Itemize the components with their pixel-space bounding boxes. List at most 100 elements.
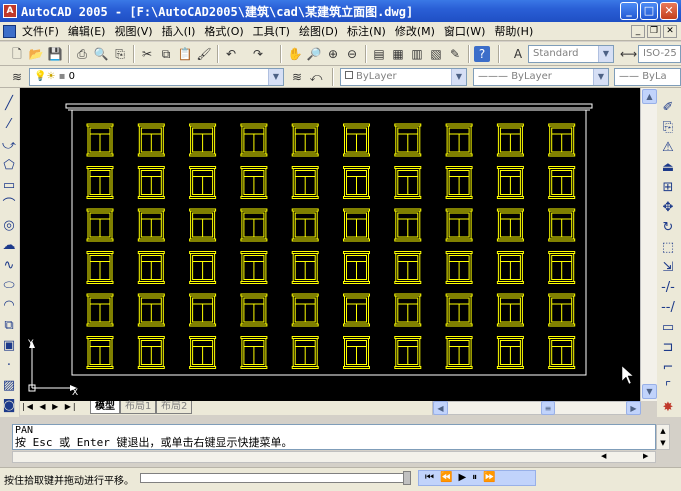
hatch-icon[interactable]: ▨ (1, 378, 17, 394)
scroll-up-icon[interactable]: ▲ (657, 425, 669, 437)
line-icon[interactable]: ╱ (1, 96, 17, 112)
layer-manager-icon[interactable]: ≋ (9, 69, 25, 85)
text-style-combo[interactable]: Standard ▼ (528, 45, 614, 63)
autocad-icon[interactable]: A (3, 4, 17, 18)
chevron-down-icon[interactable]: ▼ (598, 46, 613, 62)
spline-icon[interactable]: ∿ (1, 258, 17, 274)
erase-icon[interactable]: ✐ (660, 100, 676, 116)
doc-minimize-button[interactable]: _ (631, 25, 645, 38)
copy-icon[interactable]: ⧉ (158, 46, 174, 62)
ellipse-arc-icon[interactable]: ◠ (1, 298, 17, 314)
menu-dimension[interactable]: 标注(N) (344, 23, 392, 39)
linetype-combo[interactable]: ——— ByLayer ▼ (473, 68, 609, 86)
layer-combo[interactable]: 💡☀ ▪ 0 ▼ (29, 68, 284, 86)
extend-icon[interactable]: --/ (660, 300, 676, 316)
drawing-canvas[interactable]: Y X (20, 88, 640, 401)
make-block-icon[interactable]: ▣ (1, 338, 17, 354)
menu-help[interactable]: 帮助(H) (491, 23, 539, 39)
sheet-set-icon[interactable]: ▧ (428, 46, 444, 62)
scroll-down-icon[interactable]: ▼ (642, 384, 657, 399)
save-icon[interactable]: 💾 (47, 46, 63, 62)
zoom-realtime-icon[interactable]: 🔎 (306, 46, 322, 62)
menu-modify[interactable]: 修改(M) (392, 23, 441, 39)
doc-restore-button[interactable]: ❐ (647, 25, 661, 38)
menu-file[interactable]: 文件(F) (19, 23, 65, 39)
insert-block-icon[interactable]: ⧉ (1, 318, 17, 334)
explode-icon[interactable]: ✸ (660, 400, 676, 416)
new-file-icon[interactable]: 🗋 (9, 46, 25, 62)
ellipse-icon[interactable]: ⬭ (1, 278, 17, 294)
stretch-icon[interactable]: ⇲ (660, 260, 676, 276)
scroll-right-icon[interactable]: ▶ (643, 452, 648, 460)
paste-icon[interactable]: 📋 (177, 46, 193, 62)
tab-layout1[interactable]: 布局1 (120, 401, 157, 414)
circle-icon[interactable]: ◎ (1, 218, 17, 234)
pan-slider[interactable] (140, 471, 411, 485)
menu-tools[interactable]: 工具(T) (250, 23, 296, 39)
redo-icon[interactable]: ↷ (250, 46, 266, 62)
chevron-down-icon[interactable]: ▼ (268, 69, 283, 85)
scroll-down-icon[interactable]: ▼ (657, 437, 669, 449)
publish-icon[interactable]: ⎘ (112, 46, 128, 62)
lineweight-combo[interactable]: —— ByLa (614, 68, 681, 86)
menu-format[interactable]: 格式(O) (201, 23, 249, 39)
navigation-controls[interactable]: ⏮⏪▶⏸⏩ (418, 470, 536, 486)
design-center-icon[interactable]: ▦ (390, 46, 406, 62)
chevron-down-icon[interactable]: ▼ (451, 69, 466, 85)
print-preview-icon[interactable]: 🔍 (93, 46, 109, 62)
scroll-thumb[interactable]: ≡ (541, 401, 555, 415)
open-file-icon[interactable]: 📂 (28, 46, 44, 62)
minimize-button[interactable]: _ (620, 2, 638, 20)
offset-icon[interactable]: ⏏ (660, 160, 676, 176)
help-icon[interactable]: ? (474, 46, 490, 62)
dim-style-combo[interactable]: ISO-25 (638, 45, 681, 63)
maximize-button[interactable]: □ (640, 2, 658, 20)
text-style-icon[interactable]: A (510, 46, 526, 62)
menu-draw[interactable]: 绘图(D) (296, 23, 344, 39)
menu-insert[interactable]: 插入(I) (159, 23, 202, 39)
region-icon[interactable]: ◙ (1, 398, 17, 414)
rotate-icon[interactable]: ↻ (660, 220, 676, 236)
zoom-previous-icon[interactable]: ⊖ (344, 46, 360, 62)
move-icon[interactable]: ✥ (660, 200, 676, 216)
scroll-left-icon[interactable]: ◀ (601, 452, 606, 460)
menu-edit[interactable]: 编辑(E) (65, 23, 112, 39)
array-icon[interactable]: ⊞ (660, 180, 676, 196)
point-icon[interactable]: · (1, 358, 17, 374)
doc-close-button[interactable]: ✕ (663, 25, 677, 38)
horizontal-scrollbar[interactable]: ◀ ≡ ▶ (432, 401, 641, 415)
document-icon[interactable] (3, 24, 16, 38)
match-properties-icon[interactable]: 🖌 (196, 46, 212, 62)
polygon-icon[interactable]: ⬠ (1, 158, 17, 174)
color-combo[interactable]: ByLayer ▼ (340, 68, 467, 86)
command-hscrollbar[interactable]: ◀ ▶ (12, 451, 656, 463)
scroll-right-icon[interactable]: ▶ (626, 401, 641, 415)
join-icon[interactable]: ⊐ (660, 340, 676, 356)
command-window[interactable]: PAN 按 Esc 或 Enter 键退出，或单击右键显示快捷菜单。 (12, 424, 656, 450)
pan-realtime-icon[interactable]: ✋ (287, 46, 303, 62)
dim-style-icon[interactable]: ⟷ (620, 46, 637, 62)
close-button[interactable]: ✕ (660, 2, 678, 20)
tool-palettes-icon[interactable]: ▥ (409, 46, 425, 62)
print-icon[interactable]: ⎙ (74, 46, 90, 62)
vertical-scrollbar[interactable]: ▲ ▼ (640, 88, 657, 401)
mirror-icon[interactable]: ⚠ (660, 140, 676, 156)
construction-line-icon[interactable]: ⁄ (1, 117, 17, 133)
break-icon[interactable]: ▭ (660, 320, 676, 336)
arc-icon[interactable]: ⌒ (1, 198, 17, 214)
chevron-down-icon[interactable]: ▼ (593, 69, 608, 85)
fillet-icon[interactable]: ⌜ (660, 380, 676, 396)
scroll-up-icon[interactable]: ▲ (642, 89, 657, 104)
tab-model[interactable]: 模型 (90, 401, 120, 414)
menu-view[interactable]: 视图(V) (111, 23, 158, 39)
command-scrollbar[interactable]: ▲ ▼ (656, 424, 670, 450)
markup-icon[interactable]: ✎ (447, 46, 463, 62)
chamfer-icon[interactable]: ⌐ (660, 360, 676, 376)
revision-cloud-icon[interactable]: ☁ (1, 238, 17, 254)
make-object-layer-current-icon[interactable]: ≋ (289, 69, 305, 85)
layer-previous-icon[interactable]: ⤺ (308, 69, 324, 85)
properties-icon[interactable]: ▤ (371, 46, 387, 62)
scale-icon[interactable]: ⬚ (660, 240, 676, 256)
slider-thumb[interactable] (403, 471, 411, 485)
tab-navigation-arrows[interactable]: |◀ ◀ ▶ ▶| (22, 402, 78, 411)
